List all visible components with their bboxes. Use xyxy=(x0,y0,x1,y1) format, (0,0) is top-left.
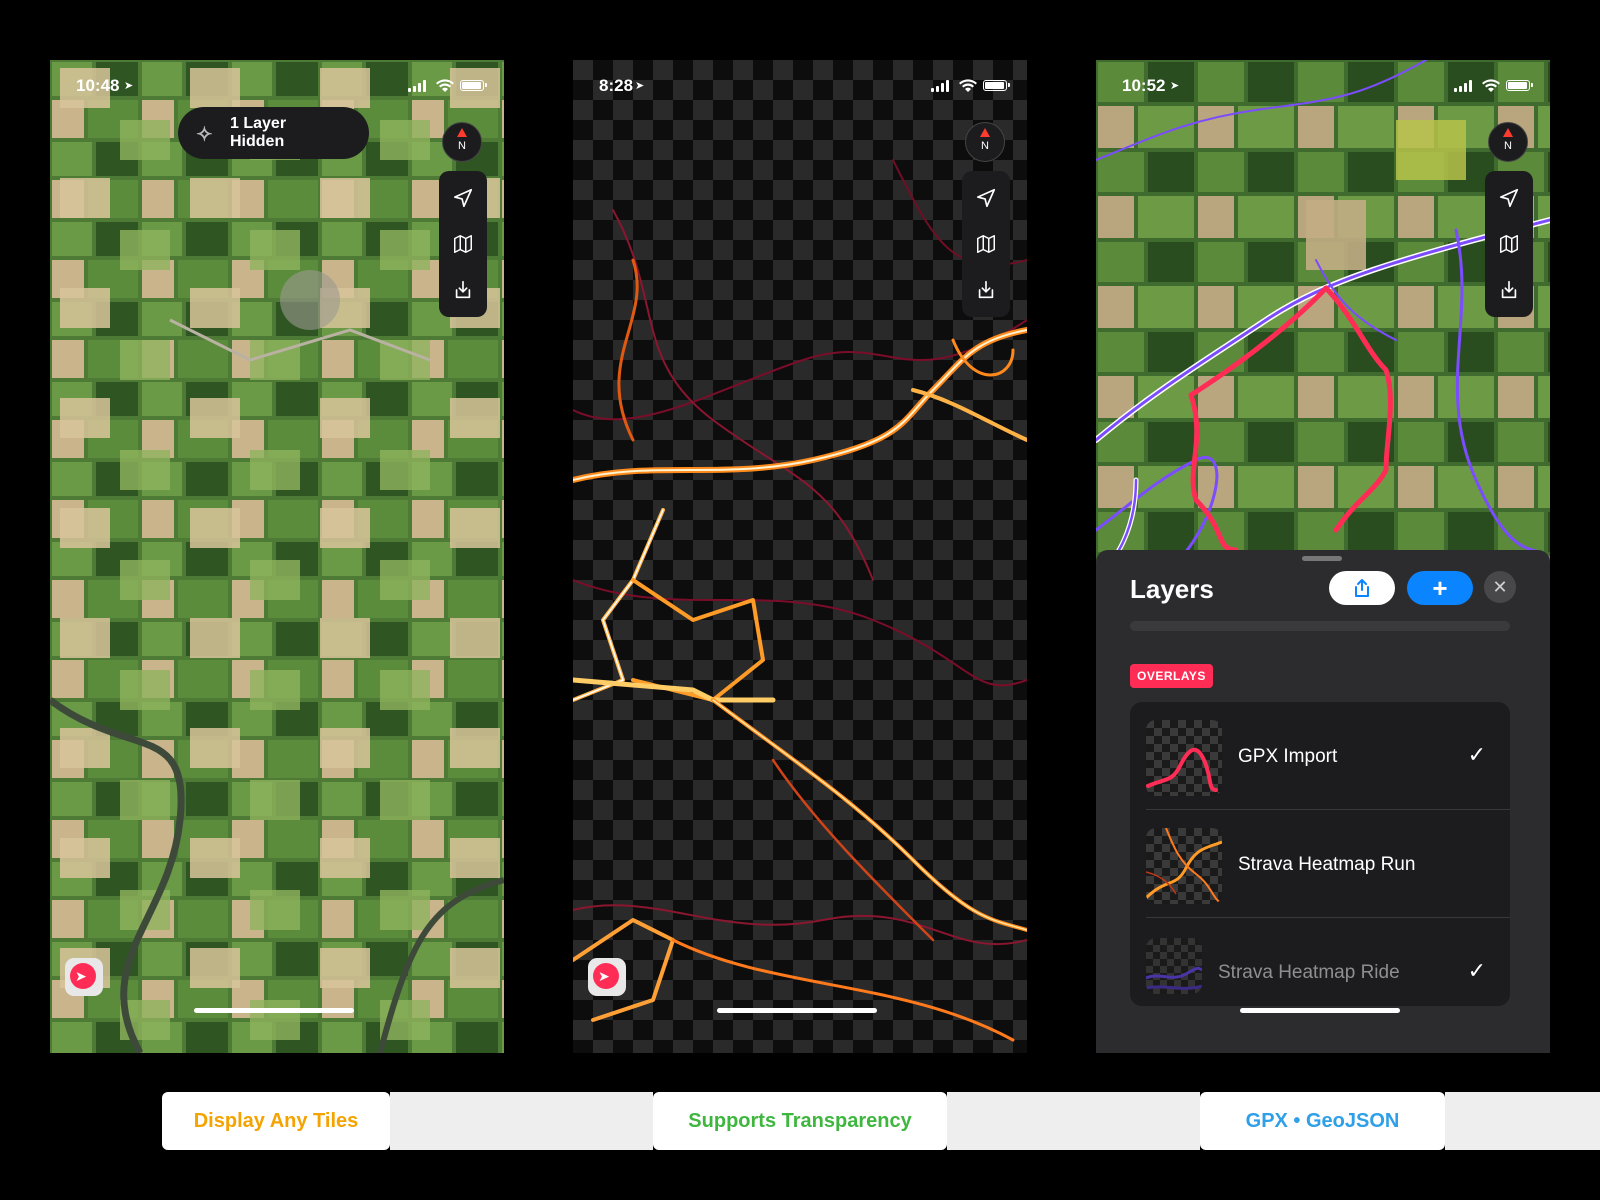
caption-text: GPX • GeoJSON xyxy=(1245,1109,1400,1132)
compass-icon xyxy=(1503,128,1513,137)
screen-layers: 10:52 ➤ N Layers + ✕ OVERLAYS GPX Import… xyxy=(1096,60,1550,1053)
map-style-button[interactable] xyxy=(439,221,487,267)
compass-label: N xyxy=(981,140,989,152)
layers-sheet: Layers + ✕ OVERLAYS GPX Import ✓ Strava … xyxy=(1096,550,1550,1053)
section-header-overlays: OVERLAYS xyxy=(1130,664,1213,688)
compass-label: N xyxy=(458,140,466,152)
checkmark-icon: ✓ xyxy=(1467,958,1486,983)
sheet-title: Layers xyxy=(1130,574,1214,604)
home-indicator[interactable] xyxy=(717,1008,877,1013)
add-layer-button[interactable]: + xyxy=(1407,571,1473,605)
caption-strip xyxy=(390,1092,653,1150)
status-time: 10:48 xyxy=(76,76,120,95)
download-button[interactable] xyxy=(962,267,1010,313)
status-bar: 10:52 ➤ xyxy=(1096,74,1550,98)
layer-list: GPX Import ✓ Strava Heatmap Run Strava H… xyxy=(1130,702,1510,1006)
map-controls xyxy=(439,171,487,317)
download-button[interactable] xyxy=(439,267,487,313)
close-button[interactable]: ✕ xyxy=(1484,571,1516,603)
caption-strip xyxy=(947,1092,1200,1150)
wifi-icon xyxy=(959,79,977,92)
location-arrow-icon xyxy=(976,188,996,208)
app-icon-button[interactable]: ➤ xyxy=(588,958,626,996)
navigation-arrow-icon: ➤ xyxy=(75,968,87,984)
map-style-button[interactable] xyxy=(1485,221,1533,267)
map-controls xyxy=(1485,171,1533,317)
caption-gpx-geojson: GPX • GeoJSON xyxy=(1200,1092,1445,1150)
locate-button[interactable] xyxy=(1485,175,1533,221)
home-indicator[interactable] xyxy=(1240,1008,1400,1013)
caption-text: Supports Transparency xyxy=(688,1109,912,1132)
map-controls xyxy=(962,171,1010,317)
caption-strip xyxy=(1445,1092,1600,1150)
signal-icon xyxy=(931,80,951,92)
screen-satellite: 10:48 ➤ ✧ 1 Layer Hidden N ➤ xyxy=(50,60,504,1053)
battery-icon xyxy=(1506,80,1533,91)
map-icon xyxy=(454,235,472,253)
download-icon xyxy=(1501,280,1517,299)
layer-row-strava-ride[interactable]: Strava Heatmap Ride ✓ xyxy=(1130,918,1510,1006)
heatmap-map[interactable] xyxy=(573,60,1027,1053)
status-time: 8:28 xyxy=(599,76,634,95)
share-icon xyxy=(1355,579,1369,597)
map-style-button[interactable] xyxy=(962,221,1010,267)
caption-display-any-tiles: Display Any Tiles xyxy=(162,1092,390,1150)
compass-icon xyxy=(980,128,990,137)
signal-icon xyxy=(408,80,428,92)
download-icon xyxy=(978,280,994,299)
status-bar: 10:48 ➤ xyxy=(50,74,504,98)
compass-button[interactable]: N xyxy=(442,122,482,162)
status-bar: 8:28 ➤ xyxy=(573,74,1027,98)
home-indicator[interactable] xyxy=(194,1008,354,1013)
wifi-icon xyxy=(1482,79,1500,92)
layer-row-gpx-import[interactable]: GPX Import ✓ xyxy=(1130,702,1510,810)
navigation-arrow-icon: ➤ xyxy=(598,968,610,984)
location-arrow-icon: ➤ xyxy=(1170,80,1180,92)
notice-label: 1 Layer Hidden xyxy=(230,115,287,150)
satellite-map[interactable] xyxy=(50,60,504,1053)
map-icon xyxy=(977,235,995,253)
sheet-grabber[interactable] xyxy=(1302,556,1342,561)
map-icon xyxy=(1500,235,1518,253)
compass-button[interactable]: N xyxy=(1488,122,1528,162)
location-arrow-icon: ➤ xyxy=(635,80,645,92)
layer-name: Strava Heatmap Ride xyxy=(1218,962,1400,983)
locate-button[interactable] xyxy=(439,175,487,221)
sparkle-icon: ✧ xyxy=(196,124,213,146)
battery-icon xyxy=(460,80,487,91)
layer-name: GPX Import xyxy=(1238,746,1338,767)
sheet-divider xyxy=(1130,621,1510,631)
layer-row-strava-run[interactable]: Strava Heatmap Run xyxy=(1130,810,1510,918)
locate-button[interactable] xyxy=(962,175,1010,221)
layer-thumbnail xyxy=(1146,720,1222,796)
layer-thumbnail xyxy=(1146,938,1202,994)
download-icon xyxy=(455,280,471,299)
layer-hidden-notice[interactable]: ✧ 1 Layer Hidden xyxy=(178,107,369,159)
share-button[interactable] xyxy=(1329,571,1395,605)
status-time: 10:52 xyxy=(1122,76,1166,95)
compass-button[interactable]: N xyxy=(965,122,1005,162)
caption-text: Display Any Tiles xyxy=(193,1109,359,1132)
layer-thumbnail xyxy=(1146,828,1222,904)
battery-icon xyxy=(983,80,1010,91)
app-icon-button[interactable]: ➤ xyxy=(65,958,103,996)
compass-icon xyxy=(457,128,467,137)
location-arrow-icon xyxy=(453,188,473,208)
download-button[interactable] xyxy=(1485,267,1533,313)
compass-label: N xyxy=(1504,140,1512,152)
checkmark-icon: ✓ xyxy=(1467,742,1486,767)
caption-supports-transparency: Supports Transparency xyxy=(653,1092,947,1150)
location-arrow-icon xyxy=(1499,188,1519,208)
wifi-icon xyxy=(436,79,454,92)
layer-name: Strava Heatmap Run xyxy=(1238,854,1416,875)
location-arrow-icon: ➤ xyxy=(124,80,134,92)
screen-heatmap: 8:28 ➤ N ➤ xyxy=(573,60,1027,1053)
signal-icon xyxy=(1454,80,1474,92)
